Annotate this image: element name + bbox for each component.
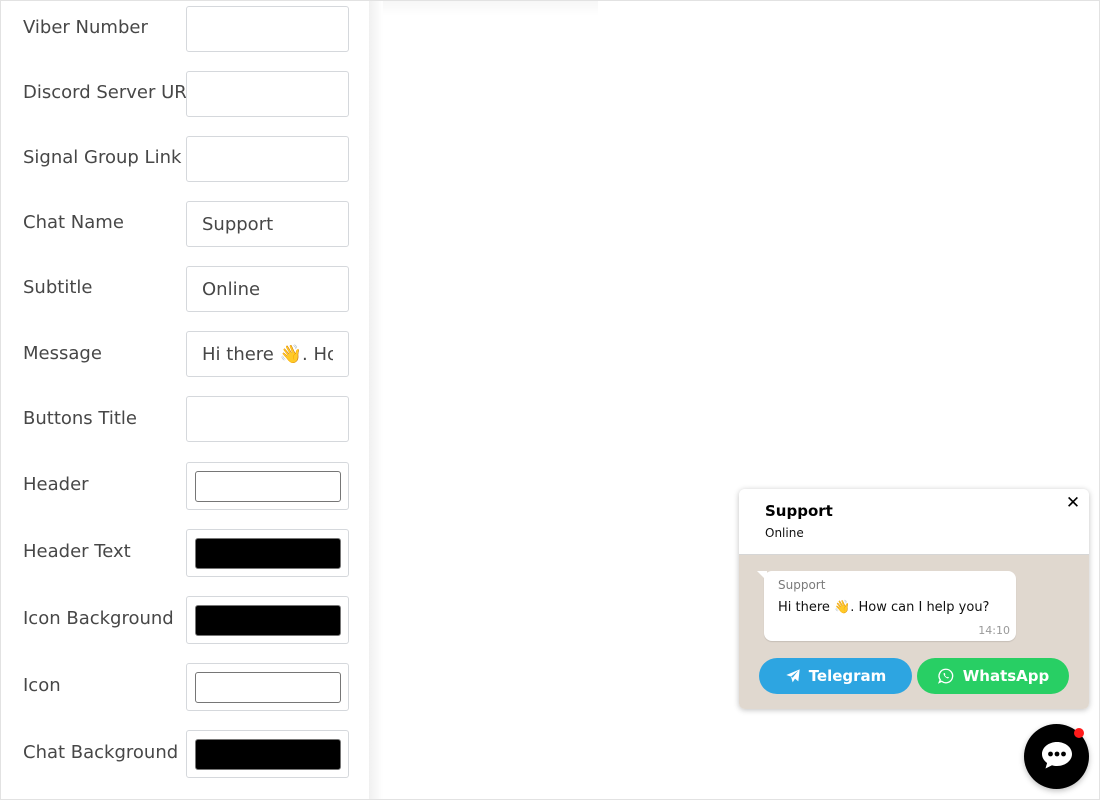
field-label: Chat Background xyxy=(23,742,179,763)
settings-panel: Viber Number Discord Server URL Signal G… xyxy=(0,0,369,800)
buttons-title-input[interactable] xyxy=(186,396,349,442)
whatsapp-icon xyxy=(937,667,955,685)
chat-title: Support xyxy=(765,502,833,520)
icon-color-picker[interactable] xyxy=(186,663,349,711)
close-icon[interactable]: ✕ xyxy=(1063,493,1083,513)
header-color-picker[interactable] xyxy=(186,462,349,510)
header-text-color-picker[interactable] xyxy=(186,529,349,577)
chat-name-input[interactable] xyxy=(186,201,349,247)
chat-body: Support Hi there 👋. How can I help you? … xyxy=(739,555,1089,709)
bubble-tail xyxy=(757,571,767,581)
message-text: Hi there 👋. How can I help you? xyxy=(778,600,990,615)
field-label: Buttons Title xyxy=(23,408,137,429)
chat-subtitle: Online xyxy=(765,526,804,540)
field-label: Icon Background xyxy=(23,608,174,629)
color-swatch[interactable] xyxy=(195,672,341,703)
discord-server-url-input[interactable] xyxy=(186,71,349,117)
top-shadow xyxy=(383,0,598,16)
color-swatch[interactable] xyxy=(195,471,341,502)
field-label: Header xyxy=(23,474,89,495)
whatsapp-button[interactable]: WhatsApp xyxy=(917,658,1069,694)
notification-badge xyxy=(1074,728,1084,738)
field-label: Header Text xyxy=(23,541,131,562)
field-label: Signal Group Link xyxy=(23,147,182,168)
signal-group-link-input[interactable] xyxy=(186,136,349,182)
icon-background-color-picker[interactable] xyxy=(186,596,349,644)
message-sender: Support xyxy=(778,578,826,592)
chat-background-color-picker[interactable] xyxy=(186,730,349,778)
color-swatch[interactable] xyxy=(195,538,341,569)
viber-number-input[interactable] xyxy=(186,6,349,52)
color-swatch[interactable] xyxy=(195,605,341,636)
chat-bubble-icon xyxy=(1040,739,1074,775)
message-bubble: Support Hi there 👋. How can I help you? … xyxy=(757,571,1016,641)
color-swatch[interactable] xyxy=(195,739,341,770)
telegram-icon xyxy=(785,668,801,684)
field-label: Chat Name xyxy=(23,212,124,233)
field-label: Message xyxy=(23,343,102,364)
chat-header: Support Online ✕ xyxy=(739,489,1089,555)
chat-widget: Support Online ✕ Support Hi there 👋. How… xyxy=(739,489,1089,709)
field-label: Viber Number xyxy=(23,17,148,38)
field-label: Discord Server URL xyxy=(23,82,197,103)
subtitle-input[interactable] xyxy=(186,266,349,312)
telegram-label: Telegram xyxy=(808,667,887,685)
telegram-button[interactable]: Telegram xyxy=(759,658,912,694)
whatsapp-label: WhatsApp xyxy=(962,667,1050,685)
message-input[interactable] xyxy=(186,331,349,377)
field-label: Subtitle xyxy=(23,277,93,298)
message-time: 14:10 xyxy=(978,624,1010,637)
field-label: Icon xyxy=(23,675,61,696)
chat-launcher-button[interactable] xyxy=(1024,724,1089,789)
panel-shadow xyxy=(369,0,383,800)
